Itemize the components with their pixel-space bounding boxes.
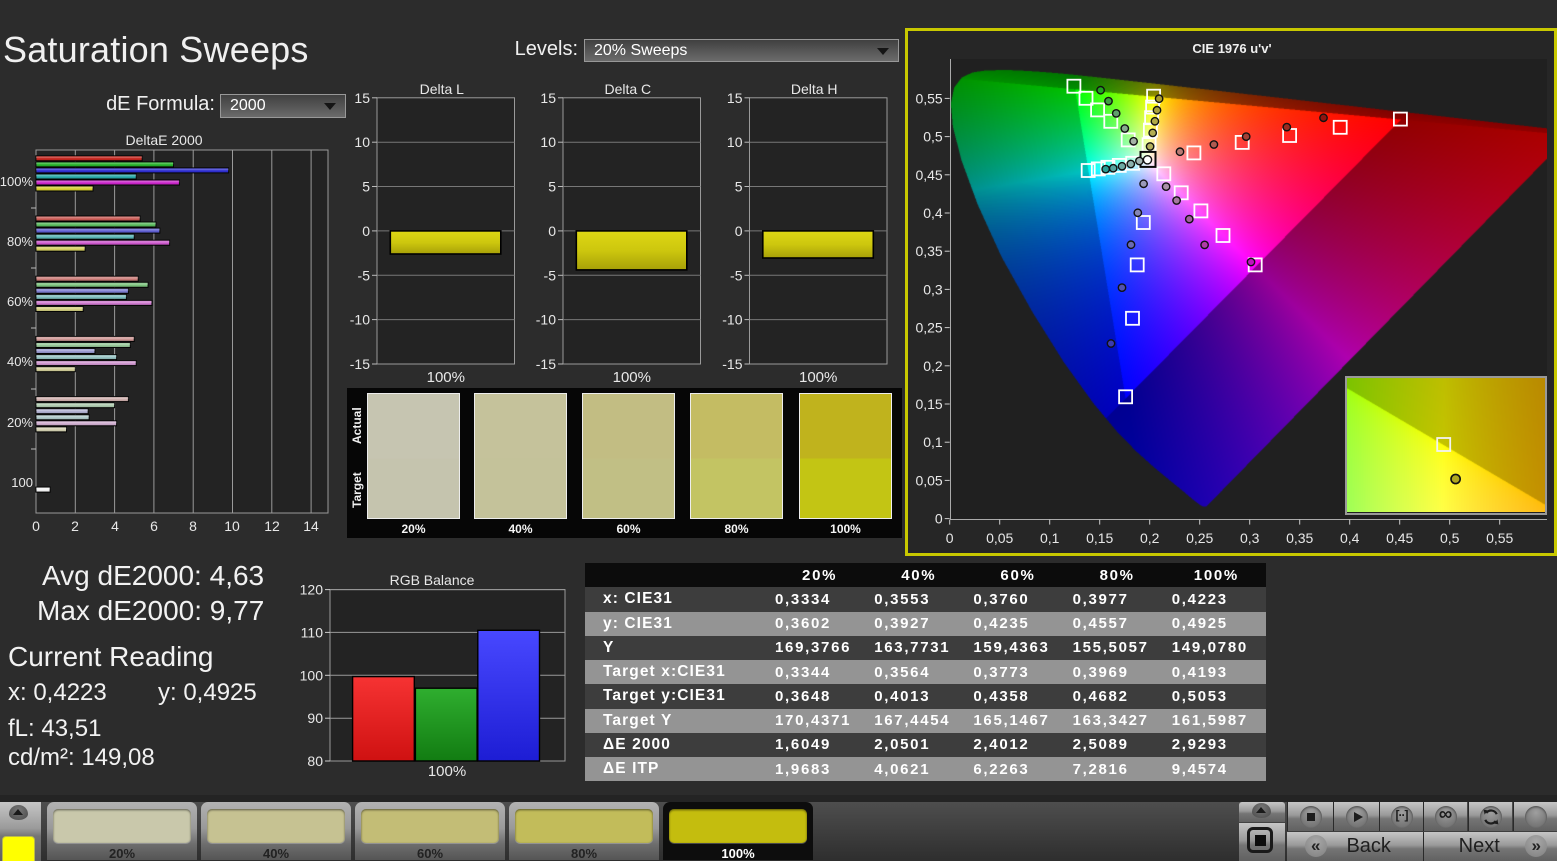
- svg-text:-5: -5: [730, 267, 743, 283]
- svg-text:0,4: 0,4: [923, 205, 943, 221]
- svg-text:14: 14: [303, 518, 319, 534]
- svg-text:0,2: 0,2: [1140, 530, 1160, 546]
- svg-text:8: 8: [189, 518, 197, 534]
- svg-text:15: 15: [354, 90, 370, 106]
- svg-text:100%: 100%: [428, 763, 466, 780]
- svg-text:0: 0: [946, 530, 954, 546]
- svg-text:100: 100: [300, 667, 324, 683]
- svg-text:0,15: 0,15: [915, 396, 942, 412]
- svg-text:10: 10: [727, 134, 743, 150]
- svg-text:-5: -5: [544, 267, 557, 283]
- svg-text:5: 5: [548, 179, 556, 195]
- svg-text:60%: 60%: [7, 294, 33, 309]
- svg-text:RGB Balance: RGB Balance: [390, 572, 475, 588]
- svg-text:-10: -10: [536, 312, 556, 328]
- svg-text:80%: 80%: [7, 234, 33, 249]
- svg-text:100%: 100%: [799, 369, 837, 386]
- svg-text:0,1: 0,1: [1040, 530, 1060, 546]
- svg-text:0,2: 0,2: [923, 358, 943, 374]
- svg-text:110: 110: [301, 624, 324, 640]
- svg-text:0,55: 0,55: [915, 90, 942, 106]
- svg-text:0: 0: [548, 223, 556, 239]
- svg-text:12: 12: [264, 518, 280, 534]
- svg-text:15: 15: [540, 90, 556, 106]
- svg-text:0,3: 0,3: [1240, 530, 1260, 546]
- svg-text:-5: -5: [358, 267, 371, 283]
- svg-text:10: 10: [354, 134, 370, 150]
- svg-text:0,1: 0,1: [923, 434, 943, 450]
- svg-text:CIE 1976 u'v': CIE 1976 u'v': [1192, 41, 1271, 56]
- svg-text:0: 0: [935, 511, 943, 527]
- svg-text:80: 80: [307, 753, 323, 769]
- svg-text:2: 2: [71, 518, 79, 534]
- svg-text:Delta H: Delta H: [791, 81, 838, 97]
- svg-text:0,5: 0,5: [1440, 530, 1460, 546]
- svg-text:-10: -10: [722, 312, 742, 328]
- svg-text:10: 10: [224, 518, 240, 534]
- svg-text:0,45: 0,45: [1386, 530, 1413, 546]
- svg-text:Delta L: Delta L: [420, 81, 465, 97]
- svg-text:100%: 100%: [0, 174, 33, 189]
- svg-text:5: 5: [362, 179, 370, 195]
- svg-text:0: 0: [32, 518, 40, 534]
- svg-text:6: 6: [150, 518, 158, 534]
- svg-text:0,05: 0,05: [986, 530, 1013, 546]
- svg-text:4: 4: [111, 518, 119, 534]
- svg-text:0,35: 0,35: [1286, 530, 1313, 546]
- svg-text:0,45: 0,45: [915, 167, 942, 183]
- svg-text:0: 0: [362, 223, 370, 239]
- svg-text:-15: -15: [722, 356, 742, 372]
- svg-text:0,25: 0,25: [915, 320, 942, 336]
- svg-text:0,55: 0,55: [1486, 530, 1513, 546]
- svg-text:-15: -15: [536, 356, 556, 372]
- svg-text:100: 100: [11, 475, 33, 490]
- svg-text:90: 90: [307, 710, 323, 726]
- svg-text:0,5: 0,5: [923, 129, 943, 145]
- svg-text:5: 5: [735, 179, 743, 195]
- svg-text:0,15: 0,15: [1086, 530, 1113, 546]
- svg-text:120: 120: [300, 582, 324, 598]
- svg-text:0,05: 0,05: [915, 472, 942, 488]
- svg-text:40%: 40%: [7, 354, 33, 369]
- svg-text:-10: -10: [350, 312, 370, 328]
- svg-text:0,4: 0,4: [1340, 530, 1360, 546]
- svg-text:0,35: 0,35: [915, 243, 942, 259]
- svg-text:10: 10: [540, 134, 556, 150]
- svg-text:100%: 100%: [613, 369, 651, 386]
- svg-text:15: 15: [727, 90, 743, 106]
- svg-text:0,3: 0,3: [923, 281, 943, 297]
- svg-text:-15: -15: [350, 356, 370, 372]
- svg-text:Delta C: Delta C: [604, 81, 651, 97]
- svg-text:0,25: 0,25: [1186, 530, 1213, 546]
- svg-text:DeltaE 2000: DeltaE 2000: [125, 132, 202, 148]
- svg-text:100%: 100%: [427, 369, 465, 386]
- svg-text:20%: 20%: [7, 415, 33, 430]
- svg-text:0: 0: [735, 223, 743, 239]
